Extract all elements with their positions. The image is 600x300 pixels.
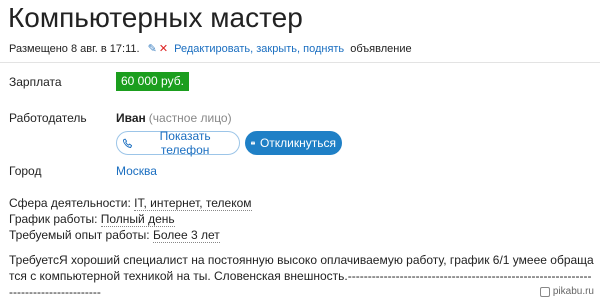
experience-value: Более 3 лет: [153, 228, 220, 243]
schedule-value: Полный день: [100, 212, 175, 227]
sphere-label: Сфера деятельности:: [9, 196, 131, 210]
envelope-icon: [251, 141, 255, 145]
employer-type: (частное лицо): [148, 111, 232, 125]
description-text: ТребуетсЯ хороший специалист на постоянн…: [9, 253, 594, 299]
respond-label: Откликнуться: [259, 136, 336, 150]
city-link[interactable]: Москва: [116, 164, 157, 178]
close-icon[interactable]: ✕: [159, 43, 168, 55]
post-meta: Размещено 8 авг. в 17:11. ✎ ✕ Редактирова…: [9, 42, 412, 55]
employer-name: Иван: [116, 111, 146, 125]
sphere-value: IT, интернет, телеком: [134, 196, 252, 211]
watermark-text: pikabu.ru: [552, 286, 594, 297]
schedule-label: График работы:: [9, 212, 98, 226]
sphere-row: Сфера деятельности: IT, интернет, телеко…: [9, 196, 252, 211]
schedule-row: График работы: Полный день: [9, 212, 175, 227]
pencil-icon[interactable]: ✎: [148, 43, 157, 55]
watermark: pikabu.ru: [539, 286, 594, 297]
posted-date: Размещено 8 авг. в 17:11.: [9, 43, 140, 55]
page-title: Компьютерных мастер: [8, 2, 303, 33]
respond-button[interactable]: Откликнуться: [245, 131, 342, 155]
city-label: Город: [9, 164, 42, 178]
phone-icon: [123, 138, 133, 148]
employer-label: Работодатель: [9, 111, 87, 125]
ad-word: объявление: [350, 43, 412, 55]
edit-close-raise-link[interactable]: Редактировать, закрыть, поднять: [174, 43, 344, 55]
pikabu-logo-icon: [539, 286, 550, 297]
salary-label: Зарплата: [9, 75, 62, 89]
experience-label: Требуемый опыт работы:: [9, 228, 150, 242]
employer-info: Иван (частное лицо): [116, 111, 232, 125]
salary-badge: 60 000 руб.: [116, 72, 189, 91]
divider: [0, 62, 600, 63]
show-phone-button[interactable]: Показать телефон: [116, 129, 240, 157]
show-phone-label: Показать телефон: [159, 129, 211, 157]
experience-row: Требуемый опыт работы: Более 3 лет: [9, 228, 220, 243]
